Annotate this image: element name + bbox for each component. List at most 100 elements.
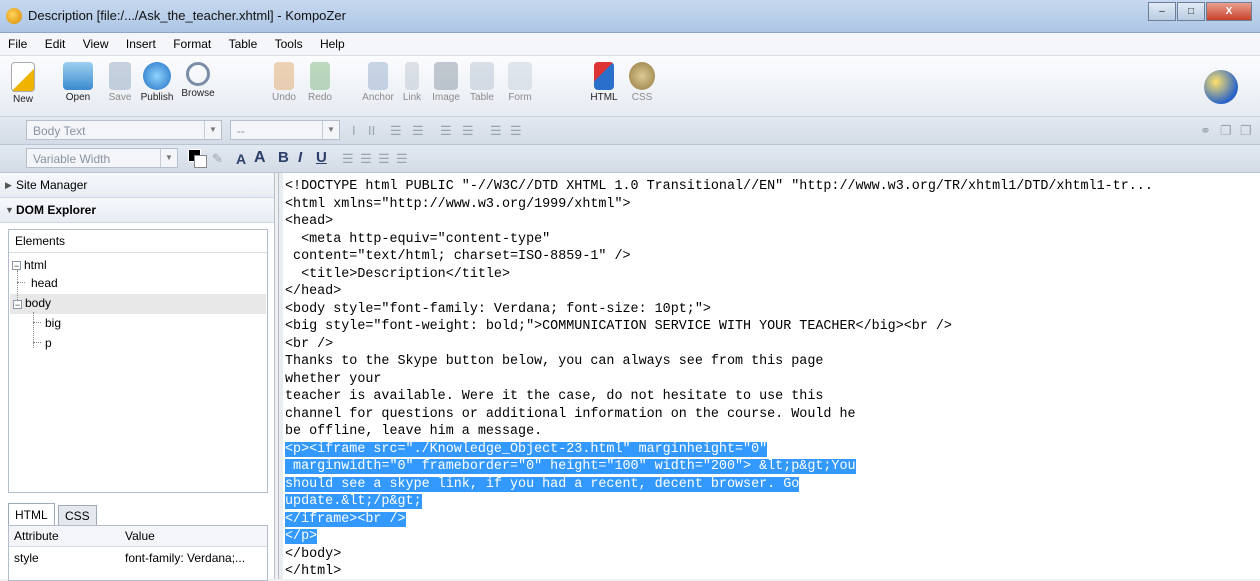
source-line[interactable]: <body style="font-family: Verdana; font-… bbox=[285, 301, 1153, 319]
source-line[interactable]: <big style="font-weight: bold;">COMMUNIC… bbox=[285, 318, 1153, 336]
menu-tools[interactable]: Tools bbox=[267, 33, 309, 51]
table-row[interactable]: style font-family: Verdana;... bbox=[9, 547, 267, 569]
source-line[interactable]: </iframe><br /> bbox=[285, 511, 1153, 529]
collapse-html-icon[interactable]: − bbox=[12, 261, 21, 271]
highlight-pen-icon[interactable]: ✎ bbox=[212, 151, 223, 167]
source-line[interactable]: update.&lt;/p&gt; bbox=[285, 493, 1153, 511]
dom-explorer-header[interactable]: ▼ DOM Explorer bbox=[0, 198, 274, 223]
source-editor[interactable]: <!DOCTYPE html PUBLIC "-//W3C//DTD XHTML… bbox=[278, 173, 1260, 579]
paragraph-style-select[interactable]: Body Text ▼ bbox=[26, 120, 222, 140]
tree-node-html[interactable]: html bbox=[24, 256, 47, 274]
source-code[interactable]: <!DOCTYPE html PUBLIC "-//W3C//DTD XHTML… bbox=[285, 178, 1153, 579]
align-center-icon[interactable]: ☰ bbox=[360, 151, 372, 167]
value-column-header[interactable]: Value bbox=[125, 526, 155, 546]
italic-button[interactable]: I bbox=[298, 149, 302, 166]
underline-button[interactable]: U bbox=[316, 149, 327, 166]
minimize-button[interactable]: – bbox=[1148, 2, 1176, 21]
align-left-icon[interactable]: ☰ bbox=[342, 151, 354, 167]
site-manager-label: Site Manager bbox=[16, 178, 88, 192]
source-line[interactable]: whether your bbox=[285, 371, 1153, 389]
tree-node-p[interactable]: p bbox=[45, 334, 52, 352]
save-button[interactable]: Save bbox=[104, 62, 136, 103]
tree-node-big[interactable]: big bbox=[45, 314, 61, 332]
source-line[interactable]: Thanks to the Skype button below, you ca… bbox=[285, 353, 1153, 371]
menu-format[interactable]: Format bbox=[165, 33, 217, 51]
copy-icon[interactable]: ❐ bbox=[1220, 123, 1232, 139]
source-line[interactable]: <meta http-equiv="content-type" bbox=[285, 231, 1153, 249]
source-line[interactable]: channel for questions or additional info… bbox=[285, 406, 1153, 424]
editor-gutter bbox=[279, 173, 283, 579]
collapse-body-icon[interactable]: − bbox=[13, 300, 22, 310]
publish-button[interactable]: Publish bbox=[136, 62, 178, 103]
html-button[interactable]: HTML bbox=[586, 62, 622, 103]
text-color-picker[interactable] bbox=[188, 149, 207, 168]
source-line[interactable]: </p> bbox=[285, 528, 1153, 546]
increase-font-size-icon[interactable]: A bbox=[254, 149, 266, 167]
source-line-text: </html> bbox=[285, 564, 342, 579]
font-select[interactable]: Variable Width ▼ bbox=[26, 148, 178, 168]
menu-edit[interactable]: Edit bbox=[37, 33, 72, 51]
align-justify-icon[interactable]: ☰ bbox=[396, 151, 408, 167]
source-line[interactable]: content="text/html; charset=ISO-8859-1" … bbox=[285, 248, 1153, 266]
bold-button[interactable]: B bbox=[278, 149, 289, 166]
font-size-larger-icon[interactable]: II bbox=[368, 123, 375, 138]
align-right-icon[interactable]: ☰ bbox=[378, 151, 390, 167]
tree-node-body[interactable]: body bbox=[25, 294, 51, 312]
html-icon bbox=[594, 62, 614, 90]
open-button[interactable]: Open bbox=[58, 62, 98, 103]
undo-icon bbox=[274, 62, 294, 90]
paragraph-style-extra-select[interactable]: -- ▼ bbox=[230, 120, 340, 140]
new-button[interactable]: New bbox=[4, 62, 42, 105]
source-line[interactable]: <html xmlns="http://www.w3.org/1999/xhtm… bbox=[285, 196, 1153, 214]
source-line[interactable]: <title>Description</title> bbox=[285, 266, 1153, 284]
menu-help[interactable]: Help bbox=[312, 33, 351, 51]
indent-icon[interactable]: ☰ bbox=[462, 123, 474, 139]
table-button[interactable]: Table bbox=[464, 62, 500, 103]
source-line[interactable]: be offline, leave him a message. bbox=[285, 423, 1153, 441]
paragraph-style-value: Body Text bbox=[33, 124, 86, 138]
dom-explorer-label: DOM Explorer bbox=[16, 203, 97, 217]
tab-css[interactable]: CSS bbox=[58, 505, 97, 526]
source-line[interactable]: marginwidth="0" frameborder="0" height="… bbox=[285, 458, 1153, 476]
maximize-button[interactable]: □ bbox=[1177, 2, 1205, 21]
definition-list-icon[interactable]: ☰ bbox=[490, 123, 502, 139]
numbered-list-icon[interactable]: ☰ bbox=[390, 123, 402, 139]
source-line[interactable]: </body> bbox=[285, 546, 1153, 564]
source-line[interactable]: <head> bbox=[285, 213, 1153, 231]
link-button[interactable]: Link bbox=[398, 62, 426, 103]
menu-table[interactable]: Table bbox=[221, 33, 264, 51]
css-button[interactable]: CSS bbox=[624, 62, 660, 103]
source-line[interactable]: teacher is available. Were it the case, … bbox=[285, 388, 1153, 406]
save-label: Save bbox=[108, 92, 132, 103]
tree-node-head[interactable]: head bbox=[31, 274, 58, 292]
source-line[interactable]: <br /> bbox=[285, 336, 1153, 354]
bullet-list-icon[interactable]: ☰ bbox=[412, 123, 424, 139]
anchor-button[interactable]: Anchor bbox=[358, 62, 398, 103]
source-line[interactable]: should see a skype link, if you had a re… bbox=[285, 476, 1153, 494]
source-line[interactable]: <!DOCTYPE html PUBLIC "-//W3C//DTD XHTML… bbox=[285, 178, 1153, 196]
redo-button[interactable]: Redo bbox=[304, 62, 336, 103]
tab-html[interactable]: HTML bbox=[8, 503, 55, 526]
font-size-smaller-icon[interactable]: I bbox=[352, 123, 356, 138]
form-button[interactable]: Form bbox=[500, 62, 540, 103]
image-button[interactable]: Image bbox=[428, 62, 464, 103]
menu-view[interactable]: View bbox=[75, 33, 115, 51]
source-line-text: </iframe><br /> bbox=[285, 511, 406, 527]
form-icon bbox=[508, 62, 532, 90]
menu-insert[interactable]: Insert bbox=[118, 33, 162, 51]
attribute-column-header[interactable]: Attribute bbox=[14, 526, 59, 546]
source-line[interactable]: </head> bbox=[285, 283, 1153, 301]
browse-button[interactable]: Browse bbox=[178, 62, 218, 99]
source-line[interactable]: </html> bbox=[285, 563, 1153, 579]
site-manager-header[interactable]: ▶ Site Manager bbox=[0, 173, 274, 198]
definition-term-icon[interactable]: ☰ bbox=[510, 123, 522, 139]
link-chain-icon[interactable]: ⚭ bbox=[1200, 123, 1211, 139]
source-line[interactable]: <p><iframe src="./Knowledge_Object-23.ht… bbox=[285, 441, 1153, 459]
format-toolbar-1: Body Text ▼ -- ▼ I II ☰ ☰ ☰ ☰ ☰ ☰ ⚭ ❐ ❐ bbox=[0, 117, 1260, 145]
close-button[interactable]: X bbox=[1206, 2, 1252, 21]
undo-button[interactable]: Undo bbox=[268, 62, 300, 103]
decrease-font-size-icon[interactable]: A bbox=[236, 151, 246, 167]
outdent-icon[interactable]: ☰ bbox=[440, 123, 452, 139]
paste-icon[interactable]: ❐ bbox=[1240, 123, 1252, 139]
menu-file[interactable]: File bbox=[0, 33, 33, 51]
